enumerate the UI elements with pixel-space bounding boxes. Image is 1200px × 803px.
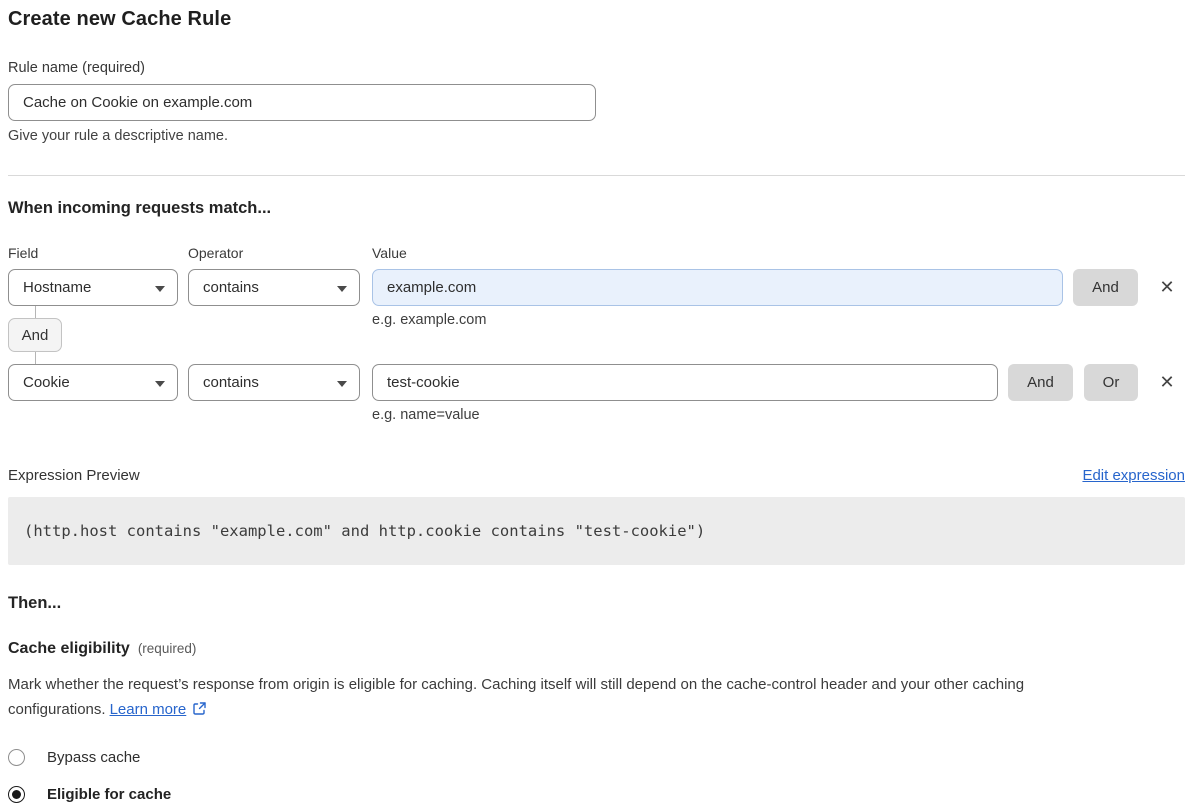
field-select[interactable]: Cookie	[8, 364, 178, 401]
radio-option-bypass-cache[interactable]: Bypass cache	[8, 749, 1185, 766]
connector-and-button[interactable]: And	[8, 318, 62, 352]
operator-select-value: contains	[203, 374, 259, 391]
value-input[interactable]	[372, 269, 1063, 306]
value-hint: e.g. name=value	[372, 407, 1185, 423]
chevron-down-icon	[155, 381, 165, 387]
chevron-down-icon	[337, 286, 347, 292]
operator-select[interactable]: contains	[188, 269, 360, 306]
field-column-label: Field	[8, 245, 188, 261]
cache-eligibility-description: Mark whether the request’s response from…	[8, 673, 1158, 724]
add-and-condition-button[interactable]: And	[1008, 364, 1073, 401]
external-link-icon	[192, 700, 207, 725]
radio-option-label: Bypass cache	[47, 749, 140, 766]
section-divider	[8, 175, 1185, 176]
chevron-down-icon	[155, 286, 165, 292]
value-hint: e.g. example.com	[372, 312, 486, 328]
expression-preview-label: Expression Preview	[8, 467, 140, 484]
expression-header: Expression Preview Edit expression	[8, 467, 1185, 484]
field-select-value: Cookie	[23, 374, 70, 391]
then-heading: Then...	[8, 594, 1185, 613]
add-or-condition-button[interactable]: Or	[1084, 364, 1138, 401]
field-select-value: Hostname	[23, 279, 91, 296]
rule-name-label: Rule name (required)	[8, 60, 1185, 76]
edit-expression-link[interactable]: Edit expression	[1082, 467, 1185, 484]
condition-row: Cookie contains And Or ✕	[8, 364, 1185, 401]
radio-option-eligible-for-cache[interactable]: Eligible for cache	[8, 786, 1185, 803]
field-select[interactable]: Hostname	[8, 269, 178, 306]
page-title: Create new Cache Rule	[8, 8, 1185, 31]
operator-column-label: Operator	[188, 245, 372, 261]
cache-eligibility-title: Cache eligibility	[8, 640, 130, 658]
radio-button-icon[interactable]	[8, 749, 25, 766]
condition-row: Hostname contains And ✕	[8, 269, 1185, 306]
condition-connector-zone: And e.g. example.com	[8, 306, 1185, 364]
remove-condition-button[interactable]: ✕	[1155, 269, 1179, 306]
remove-condition-button[interactable]: ✕	[1155, 364, 1179, 401]
value-column-label: Value	[372, 245, 1185, 261]
radio-option-label: Eligible for cache	[47, 786, 171, 803]
learn-more-link[interactable]: Learn more	[110, 701, 187, 718]
chevron-down-icon	[337, 381, 347, 387]
expression-preview-code: (http.host contains "example.com" and ht…	[8, 497, 1185, 565]
operator-select-value: contains	[203, 279, 259, 296]
operator-select[interactable]: contains	[188, 364, 360, 401]
add-and-condition-button[interactable]: And	[1073, 269, 1138, 306]
rule-name-help: Give your rule a descriptive name.	[8, 128, 1185, 144]
cache-eligibility-heading: Cache eligibility (required)	[8, 640, 1185, 658]
create-cache-rule-form: Create new Cache Rule Rule name (require…	[0, 0, 1200, 803]
rule-name-input[interactable]	[8, 84, 596, 121]
value-input[interactable]	[372, 364, 998, 401]
match-section-heading: When incoming requests match...	[8, 199, 1185, 218]
required-note: (required)	[138, 641, 197, 656]
radio-button-icon[interactable]	[8, 786, 25, 803]
condition-column-labels: Field Operator Value	[8, 245, 1185, 261]
